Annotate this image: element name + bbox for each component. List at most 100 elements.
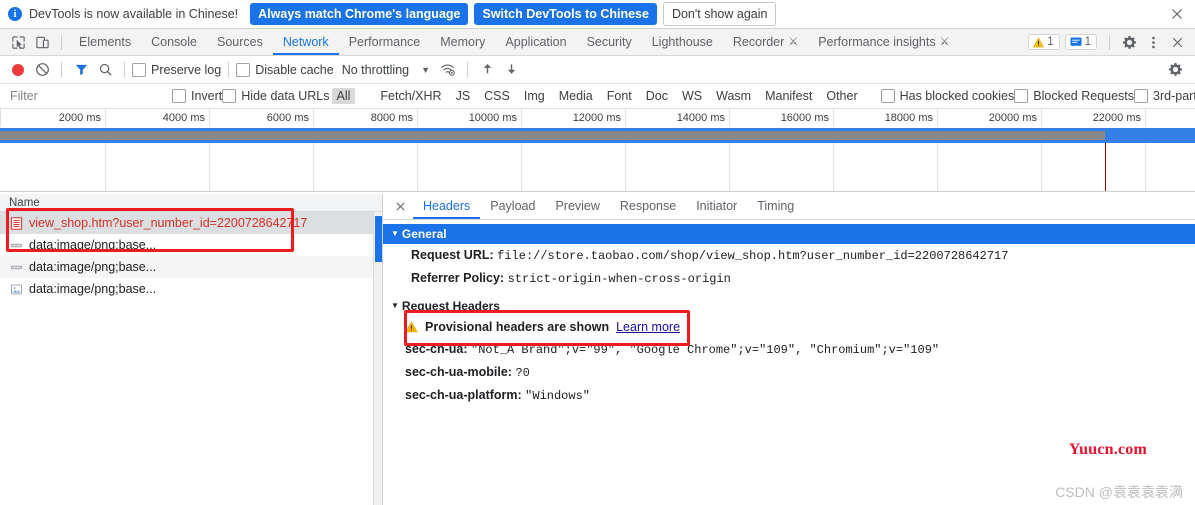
- devtools-window: i DevTools is now available in Chinese! …: [0, 0, 1195, 505]
- timeline-tick: 20000 ms: [988, 112, 1037, 124]
- invert-label: Invert: [191, 89, 223, 103]
- has-blocked-cookies-checkbox[interactable]: Has blocked cookies: [880, 89, 1014, 103]
- blocked-requests-label: Blocked Requests: [1033, 89, 1135, 103]
- filter-funnel-icon[interactable]: [69, 59, 93, 81]
- referrer-policy-row: Referrer Policy: strict-origin-when-cros…: [383, 267, 1195, 290]
- request-headers-section-header[interactable]: ▼ Request Headers: [383, 296, 1195, 316]
- gear-icon[interactable]: [1117, 31, 1141, 53]
- close-icon[interactable]: [1169, 6, 1185, 22]
- switch-devtools-language-button[interactable]: Switch DevTools to Chinese: [474, 3, 657, 25]
- close-panel-icon[interactable]: [391, 201, 409, 212]
- table-row[interactable]: data:image/png;base...: [0, 234, 382, 256]
- disable-cache-checkbox[interactable]: Disable cache: [236, 62, 334, 77]
- section-title: General: [401, 227, 447, 241]
- issue-count: 1: [1084, 36, 1091, 48]
- checkbox-box: [172, 89, 186, 103]
- toolbar-divider: [61, 62, 62, 77]
- filter-type-css[interactable]: CSS: [479, 88, 515, 104]
- third-party-requests-checkbox[interactable]: 3rd-party requests: [1134, 89, 1195, 103]
- import-har-icon[interactable]: [475, 59, 499, 81]
- checkbox-box: [222, 89, 237, 103]
- toolbar-divider: [467, 62, 469, 77]
- experiment-flask-icon: ⚔: [939, 35, 950, 48]
- scrollbar-thumb[interactable]: [375, 216, 382, 262]
- network-overview[interactable]: 2000 ms 4000 ms 6000 ms 8000 ms 10000 ms…: [0, 109, 1195, 192]
- throttling-select[interactable]: No throttling: [342, 63, 409, 77]
- toolbar-divider: [124, 62, 125, 77]
- general-section-header[interactable]: ▼ General: [383, 224, 1195, 244]
- provisional-warning-text: Provisional headers are shown: [425, 320, 610, 334]
- filter-type-img[interactable]: Img: [519, 88, 550, 104]
- warnings-badge[interactable]: 1: [1028, 34, 1060, 50]
- device-toolbar-icon[interactable]: [30, 31, 54, 53]
- filter-type-manifest[interactable]: Manifest: [760, 88, 817, 104]
- hide-data-urls-checkbox[interactable]: Hide data URLs: [222, 89, 330, 103]
- clear-no-entry-icon[interactable]: [30, 59, 54, 81]
- more-vertical-icon[interactable]: [1141, 31, 1165, 53]
- warning-count: 1: [1047, 36, 1054, 48]
- tab-payload[interactable]: Payload: [480, 194, 545, 219]
- search-icon[interactable]: [93, 59, 117, 81]
- tab-lighthouse[interactable]: Lighthouse: [642, 29, 723, 55]
- filter-input[interactable]: [8, 88, 172, 104]
- chevron-down-icon: ▼: [391, 229, 399, 238]
- filter-type-doc[interactable]: Doc: [641, 88, 673, 104]
- dont-show-again-button[interactable]: Don't show again: [662, 2, 777, 26]
- tab-label: Application: [505, 35, 567, 49]
- tab-elements[interactable]: Elements: [69, 29, 141, 55]
- tab-label: Network: [282, 35, 329, 49]
- filter-type-all[interactable]: All: [331, 88, 356, 104]
- close-devtools-icon[interactable]: [1165, 31, 1189, 53]
- tab-recorder[interactable]: Recorder ⚔: [723, 29, 808, 55]
- tab-performance[interactable]: Performance: [339, 29, 431, 55]
- invert-checkbox[interactable]: Invert: [172, 89, 222, 103]
- tab-response[interactable]: Response: [610, 194, 686, 219]
- filter-type-other[interactable]: Other: [821, 88, 862, 104]
- network-settings-gear-icon[interactable]: [1163, 59, 1187, 81]
- filter-type-wasm[interactable]: Wasm: [711, 88, 756, 104]
- table-row[interactable]: data:image/png;base...: [0, 278, 382, 300]
- header-value: "Windows": [525, 389, 590, 403]
- devtools-panel-tabbar: Elements Console Sources Network Perform…: [0, 29, 1195, 56]
- tab-performance-insights[interactable]: Performance insights ⚔: [808, 29, 959, 55]
- tab-headers[interactable]: Headers: [413, 194, 480, 219]
- export-har-icon[interactable]: [499, 59, 523, 81]
- request-list-column-header[interactable]: Name: [0, 194, 382, 212]
- filter-type-ws[interactable]: WS: [677, 88, 707, 104]
- tab-security[interactable]: Security: [577, 29, 642, 55]
- table-row[interactable]: data:image/png;base...: [0, 256, 382, 278]
- header-key: sec-ch-ua-platform:: [405, 388, 522, 402]
- learn-more-link[interactable]: Learn more: [616, 320, 680, 334]
- filter-type-js[interactable]: JS: [451, 88, 476, 104]
- filter-type-fetch-xhr[interactable]: Fetch/XHR: [375, 88, 446, 104]
- filter-type-font[interactable]: Font: [602, 88, 637, 104]
- tab-network[interactable]: Network: [273, 29, 339, 55]
- record-button[interactable]: [6, 59, 30, 81]
- tab-timing[interactable]: Timing: [747, 194, 804, 219]
- request-name: data:image/png;base...: [29, 238, 157, 252]
- tab-console[interactable]: Console: [141, 29, 207, 55]
- tab-memory[interactable]: Memory: [430, 29, 495, 55]
- table-row[interactable]: view_shop.htm?user_number_id=22007286427…: [0, 212, 382, 234]
- network-toolbar-right: [1163, 59, 1195, 81]
- request-list-scrollbar[interactable]: [373, 212, 382, 505]
- always-match-language-button[interactable]: Always match Chrome's language: [250, 3, 469, 25]
- chevron-down-icon[interactable]: ▼: [421, 65, 430, 75]
- timeline-tick: 16000 ms: [780, 112, 829, 124]
- sec-ch-ua-platform-row: sec-ch-ua-platform: "Windows": [383, 384, 1195, 407]
- tab-sources[interactable]: Sources: [207, 29, 273, 55]
- blocked-requests-checkbox[interactable]: Blocked Requests: [1014, 89, 1134, 103]
- network-conditions-icon[interactable]: [436, 59, 460, 81]
- issues-badge[interactable]: 1: [1064, 34, 1097, 50]
- timeline-tick: 2000 ms: [58, 112, 101, 124]
- inspect-element-icon[interactable]: [6, 31, 30, 53]
- preserve-log-checkbox[interactable]: Preserve log: [132, 62, 221, 77]
- banner-message: DevTools is now available in Chinese!: [29, 7, 239, 21]
- tab-preview[interactable]: Preview: [545, 194, 609, 219]
- checkbox-box: [132, 62, 146, 77]
- overview-selection-band[interactable]: [0, 128, 1195, 143]
- filter-type-media[interactable]: Media: [554, 88, 598, 104]
- tab-initiator[interactable]: Initiator: [686, 194, 747, 219]
- network-panes: Name view_shop.htm?user_number_id=220072…: [0, 194, 1195, 505]
- tab-application[interactable]: Application: [495, 29, 576, 55]
